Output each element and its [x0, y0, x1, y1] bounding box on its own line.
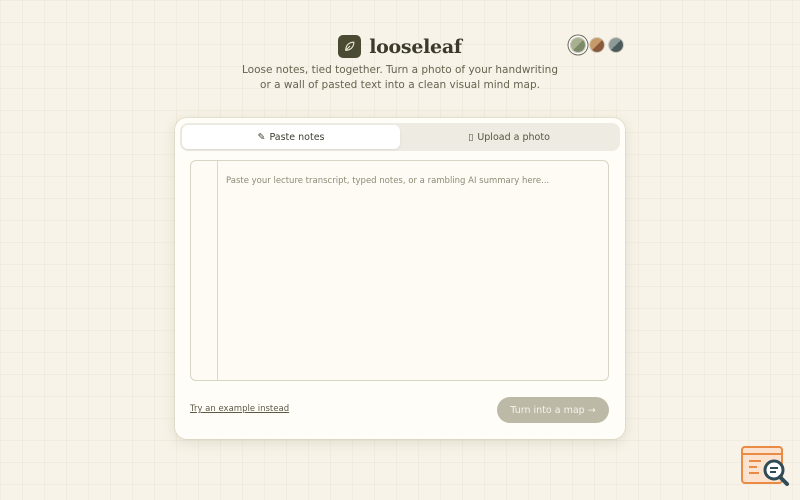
- theme-switcher: [570, 37, 624, 53]
- notes-textarea[interactable]: Paste your lecture transcript, typed not…: [190, 160, 609, 381]
- try-example-link[interactable]: Try an example instead: [190, 404, 289, 414]
- pencil-icon: ✎: [257, 131, 266, 143]
- notebook-margin-line: [217, 161, 218, 380]
- search-log-icon[interactable]: [741, 445, 791, 489]
- leaf-icon: [338, 35, 362, 58]
- tagline: Loose notes, tied together. Turn a photo…: [0, 63, 800, 93]
- brand-name: looseleaf: [369, 35, 462, 58]
- tab-label: Upload a photo: [477, 131, 550, 143]
- photo-icon: ▯: [468, 131, 474, 143]
- theme-swatch-terracotta[interactable]: [589, 37, 605, 53]
- turn-into-map-button[interactable]: Turn into a map →: [497, 397, 609, 423]
- brand-header: looseleaf: [0, 35, 800, 58]
- tab-paste-notes[interactable]: ✎ Paste notes: [182, 125, 400, 149]
- tagline-line-2: or a wall of pasted text into a clean vi…: [260, 79, 540, 91]
- tab-label: Paste notes: [269, 131, 325, 143]
- input-card: ✎ Paste notes ▯ Upload a photo Paste you…: [175, 118, 625, 439]
- input-mode-tabs: ✎ Paste notes ▯ Upload a photo: [180, 123, 620, 151]
- theme-swatch-sage[interactable]: [570, 37, 586, 53]
- textarea-placeholder: Paste your lecture transcript, typed not…: [226, 176, 550, 186]
- tagline-line-1: Loose notes, tied together. Turn a photo…: [242, 64, 558, 76]
- tab-upload-photo[interactable]: ▯ Upload a photo: [400, 125, 618, 149]
- theme-swatch-slate[interactable]: [608, 37, 624, 53]
